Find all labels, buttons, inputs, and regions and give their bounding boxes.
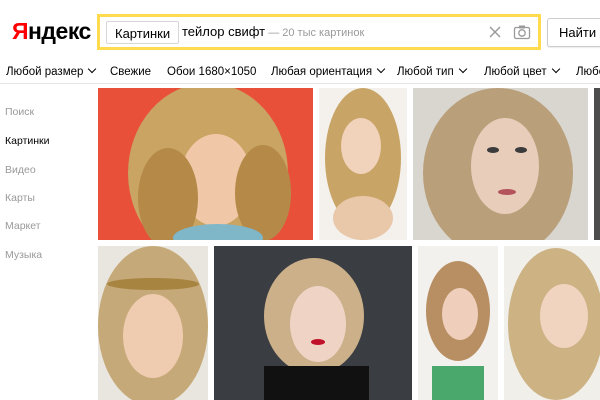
image-thumbnail[interactable] bbox=[319, 88, 407, 240]
chevron-down-icon bbox=[551, 64, 560, 74]
chevron-down-icon bbox=[458, 64, 467, 74]
filter-bar: Любой размер Свежие Обои 1680×1050 Любая… bbox=[0, 60, 600, 84]
search-box: Картинки тейлор свифт — 20 тыс картинок bbox=[97, 14, 541, 50]
filter-label: Свежие bbox=[110, 66, 152, 78]
filter-wallpaper[interactable]: Обои 1680×1050 bbox=[167, 65, 256, 79]
clear-icon[interactable] bbox=[486, 23, 504, 41]
image-thumbnail[interactable] bbox=[214, 246, 412, 400]
filter-color[interactable]: Любой цвет bbox=[484, 64, 560, 79]
search-query: тейлор свифт bbox=[182, 24, 266, 39]
results-count-hint: — 20 тыс картинок bbox=[265, 27, 365, 39]
search-input[interactable]: тейлор свифт — 20 тыс картинок bbox=[182, 17, 364, 47]
filter-label: Любая ориентация bbox=[271, 66, 373, 78]
search-inner[interactable]: Картинки тейлор свифт — 20 тыс картинок bbox=[100, 17, 538, 47]
image-thumbnail[interactable] bbox=[98, 246, 208, 400]
camera-icon[interactable] bbox=[512, 22, 532, 42]
image-thumbnail[interactable] bbox=[413, 88, 588, 240]
find-button[interactable]: Найти bbox=[547, 18, 600, 47]
filter-label: Обои 1680×1050 bbox=[167, 66, 257, 78]
chevron-down-icon bbox=[88, 64, 97, 74]
filter-label: Любой размер bbox=[6, 66, 84, 78]
sidebar-item-search[interactable]: Поиск bbox=[5, 106, 34, 118]
image-thumbnail[interactable] bbox=[594, 88, 600, 240]
image-thumbnail[interactable] bbox=[98, 88, 313, 240]
filter-type[interactable]: Любой тип bbox=[397, 64, 467, 79]
filter-orientation[interactable]: Любая ориентация bbox=[271, 64, 386, 79]
filter-more[interactable]: Любо bbox=[576, 65, 600, 79]
sidebar-item-video[interactable]: Видео bbox=[5, 164, 36, 176]
image-thumbnail[interactable] bbox=[504, 246, 600, 400]
logo-first-letter: Я bbox=[12, 18, 29, 44]
logo-rest: ндекс bbox=[28, 18, 91, 44]
filter-label: Любой тип bbox=[397, 66, 454, 78]
chevron-down-icon bbox=[376, 64, 386, 74]
image-thumbnail[interactable] bbox=[418, 246, 498, 400]
filter-fresh[interactable]: Свежие bbox=[110, 65, 151, 79]
yandex-logo[interactable]: Яндекс bbox=[12, 18, 91, 45]
sidebar-item-images[interactable]: Картинки bbox=[5, 135, 50, 147]
sidebar-item-maps[interactable]: Карты bbox=[5, 192, 35, 204]
header: Яндекс Картинки тейлор свифт — 20 тыс ка… bbox=[0, 0, 600, 62]
filter-size[interactable]: Любой размер bbox=[6, 64, 97, 79]
filter-label: Любой цвет bbox=[484, 66, 547, 78]
sidebar-item-market[interactable]: Маркет bbox=[5, 220, 41, 232]
service-chip[interactable]: Картинки bbox=[106, 21, 180, 44]
filter-label: Любо bbox=[576, 66, 600, 78]
sidebar-item-music[interactable]: Музыка bbox=[5, 249, 42, 261]
